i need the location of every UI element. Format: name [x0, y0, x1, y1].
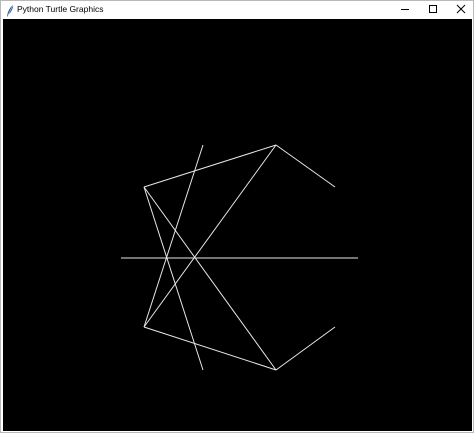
turtle-line-diagonal-down [143, 186, 277, 371]
turtle-line-upper-right [275, 144, 336, 188]
turtle-line-steep-up [143, 144, 204, 328]
turtle-line-steep-down [143, 186, 204, 371]
close-button[interactable] [447, 1, 474, 18]
turtle-line-lower-right [275, 326, 336, 371]
minimize-button[interactable] [391, 1, 419, 18]
turtle-drawing [121, 144, 358, 371]
turtle-line-bottom-edge [143, 326, 277, 371]
title-bar[interactable]: Python Turtle Graphics [1, 1, 473, 18]
feather-icon [6, 4, 14, 17]
turtle-line-top-edge [143, 144, 277, 188]
turtle-canvas-area[interactable] [3, 19, 472, 431]
close-icon [456, 4, 466, 14]
maximize-button[interactable] [419, 1, 447, 18]
maximize-icon [429, 5, 437, 13]
turtle-window: Python Turtle Graphics [0, 0, 474, 433]
turtle-line-diagonal-up [143, 144, 277, 328]
minimize-icon [401, 9, 409, 10]
window-title: Python Turtle Graphics [17, 4, 104, 14]
